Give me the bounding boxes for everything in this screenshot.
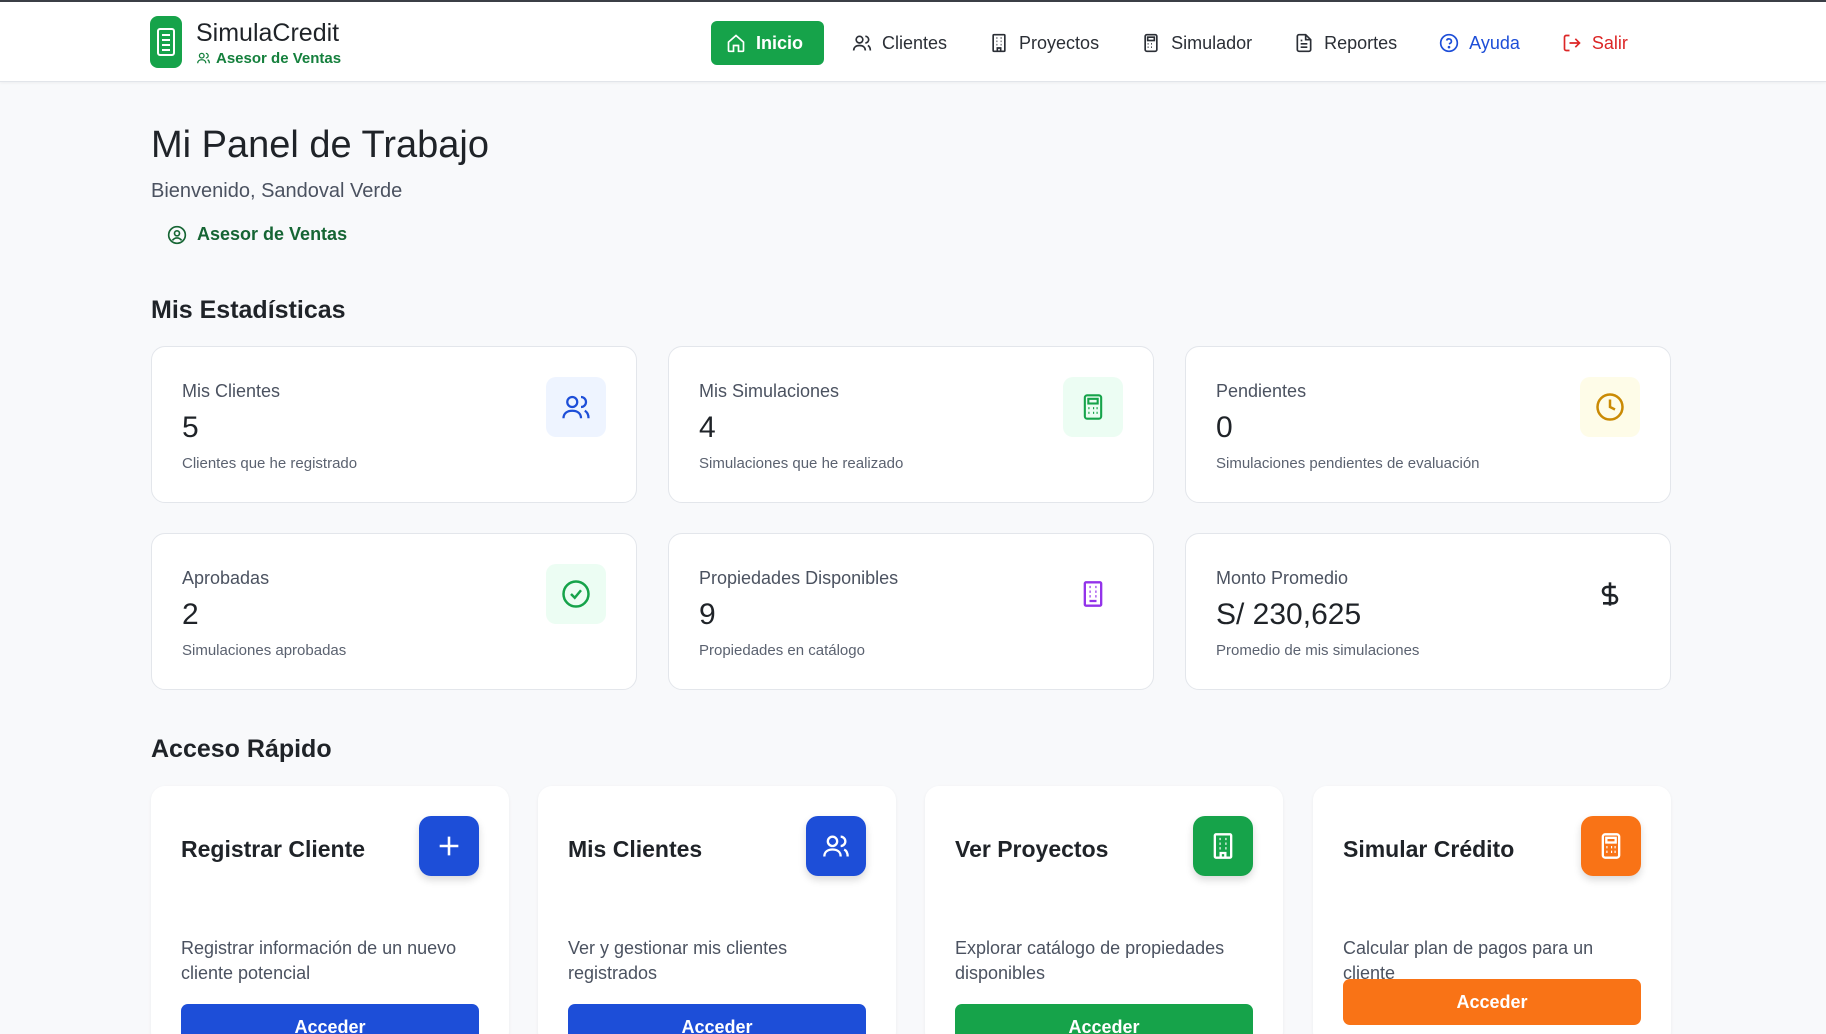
quick-card-desc: Registrar información de un nuevo client… [181, 938, 457, 983]
stat-label: Mis Simulaciones [699, 381, 840, 401]
stat-card-mis-clientes: Mis Clientes 5 Clientes que he registrad… [151, 346, 637, 503]
stat-card-mis-simulaciones: Mis Simulaciones 4 Simulaciones que he r… [668, 346, 1154, 503]
calculator-icon [1144, 33, 1158, 53]
quick-card-desc: Explorar catálogo de propiedades disponi… [955, 938, 1225, 983]
nav-reportes[interactable]: Reportes [1280, 21, 1411, 65]
brand-role: Asesor de Ventas [196, 50, 341, 67]
calculator-icon [1063, 377, 1123, 437]
users-icon [546, 377, 606, 437]
help-circle-icon [1440, 33, 1459, 53]
clock-icon [1580, 377, 1640, 437]
users-icon [806, 816, 866, 876]
nav-ayuda[interactable]: Ayuda [1425, 21, 1534, 65]
stat-card-monto-promedio: Monto Promedio S/ 230,625 Promedio de mi… [1185, 533, 1671, 690]
top-navbar: SimulaCredit Asesor de Ventas Inicio Cli… [0, 0, 1826, 82]
nav-simulador[interactable]: Simulador [1127, 21, 1266, 65]
quick-card-registrar-cliente: Registrar Cliente Registrar información … [151, 786, 509, 1034]
user-circle-icon [167, 225, 187, 244]
quick-card-ver-proyectos: Ver Proyectos Explorar catálogo de propi… [925, 786, 1283, 1034]
brand-title: SimulaCredit [196, 18, 340, 47]
stat-label: Mis Clientes [182, 381, 281, 401]
stat-label: Pendientes [1216, 381, 1307, 401]
stat-value: 9 [699, 598, 716, 631]
users-icon [852, 35, 872, 51]
role-badge: Asesor de Ventas [167, 224, 347, 245]
building-icon [1193, 816, 1253, 876]
stat-value: 5 [182, 411, 199, 444]
quick-access-title: Acceso Rápido [151, 735, 332, 763]
quick-card-mis-clientes: Mis Clientes Ver y gestionar mis cliente… [538, 786, 896, 1034]
stat-value: 4 [699, 411, 716, 444]
dollar-icon [1580, 564, 1640, 624]
stat-desc: Simulaciones aprobadas [182, 642, 347, 659]
stat-label: Monto Promedio [1216, 568, 1349, 588]
stat-desc: Clientes que he registrado [182, 455, 358, 472]
home-icon [727, 34, 745, 53]
simular-credito-button[interactable]: Acceder [1343, 979, 1641, 1025]
page-title: Mi Panel de Trabajo [151, 124, 489, 166]
stat-label: Propiedades Disponibles [699, 568, 899, 588]
stat-desc: Promedio de mis simulaciones [1216, 642, 1420, 659]
quick-card-title: Mis Clientes [568, 836, 703, 862]
nav-clientes[interactable]: Clientes [838, 21, 961, 65]
welcome-text: Bienvenido, Sandoval Verde [151, 180, 403, 202]
ver-proyectos-button[interactable]: Acceder [955, 1004, 1253, 1034]
quick-card-simular-credito: Simular Crédito Calcular plan de pagos p… [1313, 786, 1671, 1034]
stat-desc: Simulaciones que he realizado [699, 455, 904, 472]
nav-inicio[interactable]: Inicio [711, 21, 824, 65]
file-text-icon [1296, 33, 1312, 53]
brand[interactable]: SimulaCredit Asesor de Ventas [150, 16, 341, 68]
nav-proyectos[interactable]: Proyectos [975, 21, 1113, 65]
registrar-cliente-button[interactable]: Acceder [181, 1004, 479, 1034]
stat-card-propiedades: Propiedades Disponibles 9 Propiedades en… [668, 533, 1154, 690]
stat-label: Aprobadas [182, 568, 270, 588]
calculator-icon [1581, 816, 1641, 876]
nav-salir[interactable]: Salir [1548, 21, 1642, 65]
quick-card-title: Simular Crédito [1343, 836, 1515, 862]
plus-icon [419, 816, 479, 876]
quick-card-title: Ver Proyectos [955, 836, 1109, 862]
check-circle-icon [546, 564, 606, 624]
building-icon [992, 33, 1006, 53]
stat-value: S/ 230,625 [1216, 598, 1362, 631]
main-nav: Inicio Clientes Proyectos Simulador Repo… [711, 20, 1642, 66]
stat-value: 2 [182, 598, 199, 631]
building-logo-icon [150, 16, 182, 68]
stat-value: 0 [1216, 411, 1233, 444]
users-icon [197, 52, 210, 64]
stat-desc: Propiedades en catálogo [699, 642, 865, 659]
stats-section-title: Mis Estadísticas [151, 296, 346, 324]
stat-desc: Simulaciones pendientes de evaluación [1216, 455, 1480, 472]
stat-card-pendientes: Pendientes 0 Simulaciones pendientes de … [1185, 346, 1671, 503]
quick-card-title: Registrar Cliente [181, 836, 366, 862]
mis-clientes-button[interactable]: Acceder [568, 1004, 866, 1034]
quick-card-desc: Ver y gestionar mis clientes registrados [568, 938, 788, 983]
logout-icon [1563, 34, 1581, 52]
stat-card-aprobadas: Aprobadas 2 Simulaciones aprobadas [151, 533, 637, 690]
building-icon [1063, 564, 1123, 624]
